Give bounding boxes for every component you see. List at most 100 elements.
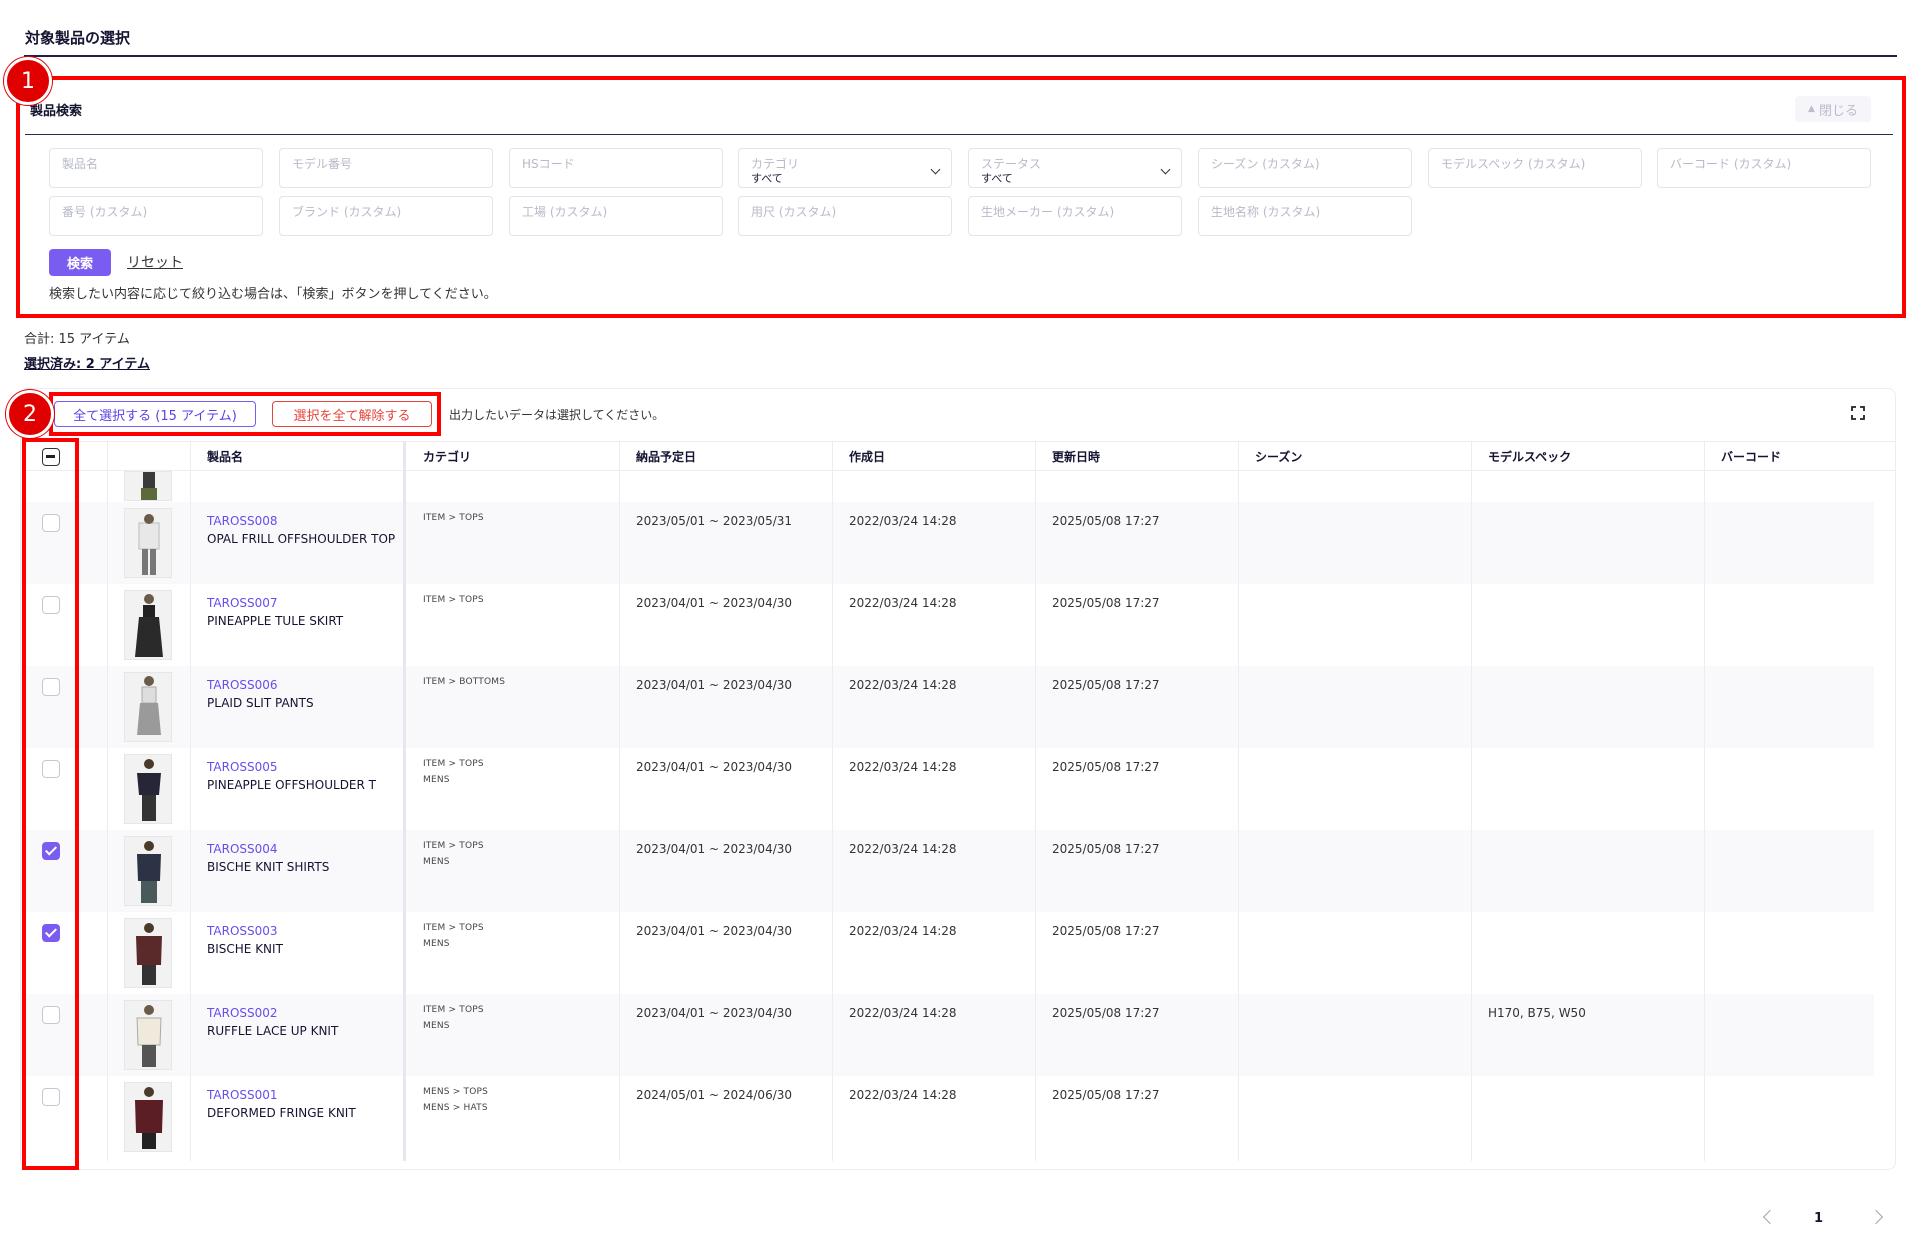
annotation-box-1 xyxy=(16,76,1906,318)
category-path: MENS > TOPS xyxy=(423,1087,489,1097)
header-barcode[interactable]: バーコード xyxy=(1721,448,1781,465)
product-name: DEFORMED FRINGE KNIT xyxy=(207,1106,356,1120)
updated-date-cell: 2025/05/08 17:27 xyxy=(1052,924,1160,938)
product-thumbnail xyxy=(124,590,172,660)
category-cell: ITEM > TOPS xyxy=(423,592,484,608)
annotation-box-2-checkboxes xyxy=(22,438,79,1170)
product-thumbnail xyxy=(124,754,172,824)
category-cell: ITEM > TOPS MENS xyxy=(423,838,484,870)
page-title: 対象製品の選択 xyxy=(25,29,131,47)
total-count: 合計: 15 アイテム xyxy=(24,332,130,347)
product-name: RUFFLE LACE UP KNIT xyxy=(207,1024,339,1038)
col-divider xyxy=(190,441,191,1161)
category-path: MENS xyxy=(423,857,450,867)
created-date-cell: 2022/03/24 14:28 xyxy=(849,596,957,610)
product-code-link[interactable]: TAROSS008 xyxy=(207,514,278,528)
header-delivery-date[interactable]: 納品予定日 xyxy=(636,448,696,465)
col-divider-sticky xyxy=(403,441,406,1161)
header-updated[interactable]: 更新日時 xyxy=(1052,448,1100,465)
col-divider xyxy=(107,441,108,1161)
created-date-cell: 2022/03/24 14:28 xyxy=(849,678,957,692)
model-spec-cell: H170, B75, W50 xyxy=(1488,1006,1586,1020)
category-cell: ITEM > TOPS MENS xyxy=(423,1002,484,1034)
fullscreen-icon[interactable] xyxy=(1851,406,1865,420)
annotation-badge-1: 1 xyxy=(4,57,52,105)
product-code-link[interactable]: TAROSS002 xyxy=(207,1006,278,1020)
created-date-cell: 2022/03/24 14:28 xyxy=(849,842,957,856)
product-thumbnail xyxy=(124,1082,172,1152)
category-path: MENS xyxy=(423,1021,450,1031)
title-divider xyxy=(24,55,1897,57)
category-cell: ITEM > TOPS MENS xyxy=(423,756,484,788)
category-cell: MENS > TOPS MENS > HATS xyxy=(423,1084,488,1116)
col-divider xyxy=(619,441,620,1161)
col-divider xyxy=(1471,441,1472,1161)
category-path: ITEM > TOPS xyxy=(423,923,484,933)
pagination-prev-icon[interactable] xyxy=(1762,1209,1778,1225)
product-code-link[interactable]: TAROSS003 xyxy=(207,924,278,938)
annotation-badge-2: 2 xyxy=(6,390,54,438)
category-path: ITEM > TOPS xyxy=(423,841,484,851)
category-path: MENS xyxy=(423,775,450,785)
product-code-link[interactable]: TAROSS006 xyxy=(207,678,278,692)
product-thumbnail xyxy=(124,508,172,578)
created-date-cell: 2022/03/24 14:28 xyxy=(849,924,957,938)
product-thumbnail xyxy=(124,1000,172,1070)
col-divider xyxy=(832,441,833,1161)
category-path: ITEM > TOPS xyxy=(423,759,484,769)
updated-date-cell: 2025/05/08 17:27 xyxy=(1052,760,1160,774)
category-cell: ITEM > BOTTOMS xyxy=(423,674,505,690)
updated-date-cell: 2025/05/08 17:27 xyxy=(1052,514,1160,528)
product-code-link[interactable]: TAROSS005 xyxy=(207,760,278,774)
delivery-date-cell: 2023/04/01 ~ 2023/04/30 xyxy=(636,596,793,610)
product-name: OPAL FRILL OFFSHOULDER TOP xyxy=(207,532,396,546)
col-divider xyxy=(1238,441,1239,1161)
header-product-name[interactable]: 製品名 xyxy=(207,448,243,465)
product-code-link[interactable]: TAROSS007 xyxy=(207,596,278,610)
category-cell: ITEM > TOPS MENS xyxy=(423,920,484,952)
product-thumbnail xyxy=(124,918,172,988)
created-date-cell: 2022/03/24 14:28 xyxy=(849,514,957,528)
product-thumbnail xyxy=(124,836,172,906)
delivery-date-cell: 2023/04/01 ~ 2023/04/30 xyxy=(636,1006,793,1020)
product-code-link[interactable]: TAROSS001 xyxy=(207,1088,278,1102)
delivery-date-cell: 2023/04/01 ~ 2023/04/30 xyxy=(636,760,793,774)
table-header xyxy=(21,441,1895,471)
annotation-box-2-toolbar xyxy=(49,392,441,436)
category-cell: ITEM > TOPS xyxy=(423,510,484,526)
product-name: PINEAPPLE OFFSHOULDER T xyxy=(207,778,376,792)
category-path: ITEM > TOPS xyxy=(423,513,484,523)
category-path: ITEM > TOPS xyxy=(423,595,484,605)
product-thumbnail-partial xyxy=(124,471,172,501)
header-created[interactable]: 作成日 xyxy=(849,448,885,465)
pagination-current-page[interactable]: 1 xyxy=(1814,1211,1823,1226)
delivery-date-cell: 2023/05/01 ~ 2023/05/31 xyxy=(636,514,793,528)
product-name: PINEAPPLE TULE SKIRT xyxy=(207,614,344,628)
category-path: ITEM > BOTTOMS xyxy=(423,677,506,687)
updated-date-cell: 2025/05/08 17:27 xyxy=(1052,842,1160,856)
category-path: ITEM > TOPS xyxy=(423,1005,484,1015)
category-path: MENS xyxy=(423,939,450,949)
updated-date-cell: 2025/05/08 17:27 xyxy=(1052,1006,1160,1020)
created-date-cell: 2022/03/24 14:28 xyxy=(849,760,957,774)
header-model-spec[interactable]: モデルスペック xyxy=(1488,448,1571,465)
header-season[interactable]: シーズン xyxy=(1255,448,1302,465)
col-divider xyxy=(1704,441,1705,1161)
product-code-link[interactable]: TAROSS004 xyxy=(207,842,278,856)
export-hint: 出力したいデータは選択してください。 xyxy=(449,408,665,422)
delivery-date-cell: 2024/05/01 ~ 2024/06/30 xyxy=(636,1088,793,1102)
product-thumbnail xyxy=(124,672,172,742)
updated-date-cell: 2025/05/08 17:27 xyxy=(1052,596,1160,610)
product-name: BISCHE KNIT SHIRTS xyxy=(207,860,330,874)
pagination-next-icon[interactable] xyxy=(1868,1209,1884,1225)
selected-count[interactable]: 選択済み: 2 アイテム xyxy=(24,353,150,372)
created-date-cell: 2022/03/24 14:28 xyxy=(849,1088,957,1102)
delivery-date-cell: 2023/04/01 ~ 2023/04/30 xyxy=(636,924,793,938)
delivery-date-cell: 2023/04/01 ~ 2023/04/30 xyxy=(636,842,793,856)
category-path: MENS > HATS xyxy=(423,1103,488,1113)
product-name: BISCHE KNIT xyxy=(207,942,283,956)
updated-date-cell: 2025/05/08 17:27 xyxy=(1052,1088,1160,1102)
product-name: PLAID SLIT PANTS xyxy=(207,696,314,710)
header-category[interactable]: カテゴリ xyxy=(423,448,471,465)
updated-date-cell: 2025/05/08 17:27 xyxy=(1052,678,1160,692)
